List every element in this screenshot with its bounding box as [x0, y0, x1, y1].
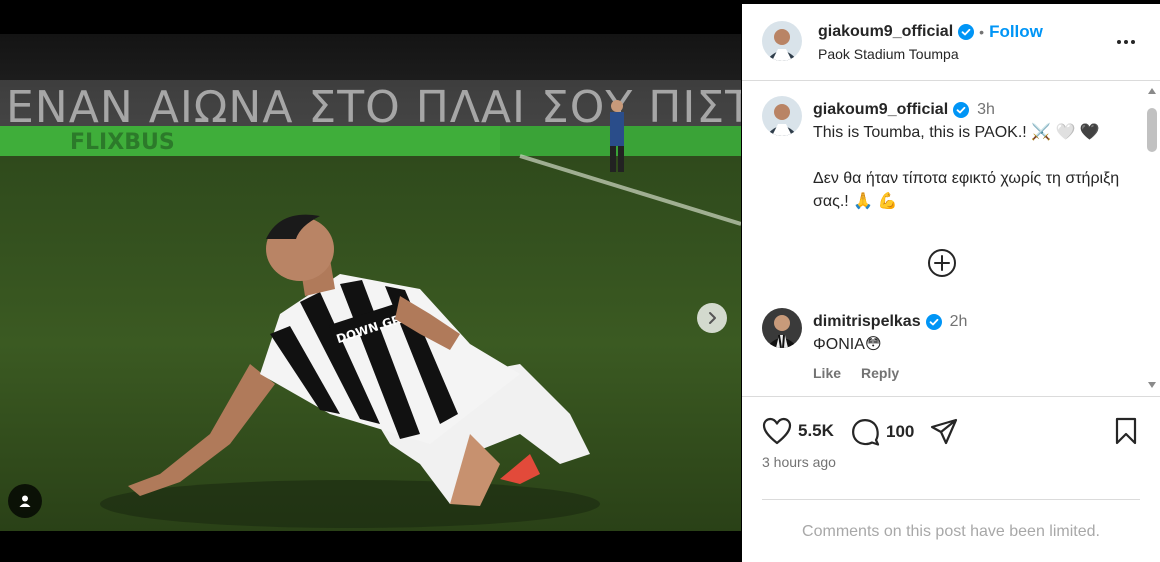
post-timestamp[interactable]: 3 hours ago: [762, 454, 836, 470]
load-more-comments-button[interactable]: [926, 247, 958, 279]
post-photo: ΕΝΑΝ ΑΙΩΝΑ ΣΤΟ ΠΛΑΙ ΣΟΥ ΠΙΣΤΟΣ FLIXBUS D…: [0, 34, 741, 531]
heart-icon: [762, 417, 792, 445]
more-horizontal-icon: [1117, 40, 1135, 44]
comment-text: ΦΟΝΙΑ😳: [813, 336, 882, 353]
tagged-users-button[interactable]: [8, 484, 42, 518]
more-options-button[interactable]: [1114, 30, 1138, 54]
bookmark-icon: [1115, 417, 1137, 445]
author-username[interactable]: giakoum9_official: [818, 23, 953, 41]
caption-line-1: This is Toumba, this is PAOK.! ⚔️ 🤍 🖤: [813, 124, 1100, 141]
post-side-panel: giakoum9_official • Follow Paok Stadium …: [742, 4, 1160, 562]
post-media[interactable]: ΕΝΑΝ ΑΙΩΝΑ ΣΤΟ ΠΛΑΙ ΣΟΥ ΠΙΣΤΟΣ FLIXBUS D…: [0, 34, 741, 531]
post-viewer: ΕΝΑΝ ΑΙΩΝΑ ΣΤΟ ΠΛΑΙ ΣΟΥ ΠΙΣΤΟΣ FLIXBUS D…: [0, 0, 1160, 562]
comments-section[interactable]: giakoum9_official 3h This is Toumba, thi…: [742, 82, 1160, 392]
divider: [762, 499, 1140, 500]
commenter-avatar[interactable]: [762, 308, 802, 348]
caption-line-2: Δεν θα ήταν τίποτα εφικτό χωρίς τη στήρι…: [813, 170, 1120, 210]
like-count[interactable]: 5.5K: [798, 421, 834, 441]
verified-badge-icon: [925, 313, 942, 330]
like-button[interactable]: 5.5K: [762, 417, 834, 445]
verified-badge-icon: [958, 24, 975, 40]
comment-like-button[interactable]: Like: [813, 362, 841, 385]
stadium-banner: ΕΝΑΝ ΑΙΩΝΑ ΣΤΟ ΠΛΑΙ ΣΟΥ ΠΙΣΤΟΣ: [6, 82, 741, 133]
sponsor-board: FLIXBUS: [70, 130, 175, 155]
separator-dot: •: [979, 24, 985, 40]
scroll-down-arrow-icon[interactable]: [1148, 382, 1156, 388]
caption-timestamp[interactable]: 3h: [977, 98, 995, 121]
post-header: giakoum9_official • Follow Paok Stadium …: [742, 4, 1160, 81]
comments-limited-notice: Comments on this post have been limited.: [802, 523, 1100, 540]
caption-username[interactable]: giakoum9_official: [813, 98, 948, 121]
post-actions-bar: 5.5K 100 3 hours ago: [742, 396, 1160, 476]
post-location[interactable]: Paok Stadium Toumpa: [818, 46, 959, 62]
verified-badge-icon: [953, 101, 970, 118]
follow-button[interactable]: Follow: [989, 22, 1043, 42]
comment-bubble-icon: [852, 419, 880, 446]
scroll-thumb[interactable]: [1147, 108, 1157, 152]
scroll-up-arrow-icon[interactable]: [1148, 88, 1156, 94]
comment-timestamp[interactable]: 2h: [950, 310, 968, 333]
comments-scrollbar[interactable]: [1146, 88, 1158, 388]
share-button[interactable]: [930, 417, 958, 445]
comment-reply-button[interactable]: Reply: [861, 362, 899, 385]
chevron-right-icon: [709, 312, 716, 324]
send-icon: [930, 418, 958, 445]
save-button[interactable]: [1114, 417, 1138, 445]
user-icon: [19, 495, 31, 507]
commenter-username[interactable]: dimitrispelkas: [813, 310, 921, 333]
carousel-next-button[interactable]: [697, 303, 727, 333]
comment-count[interactable]: 100: [886, 422, 914, 442]
circle-plus-icon: [928, 249, 956, 277]
caption-avatar[interactable]: [762, 96, 802, 136]
comment-button[interactable]: 100: [850, 417, 914, 447]
author-avatar[interactable]: [762, 21, 802, 61]
